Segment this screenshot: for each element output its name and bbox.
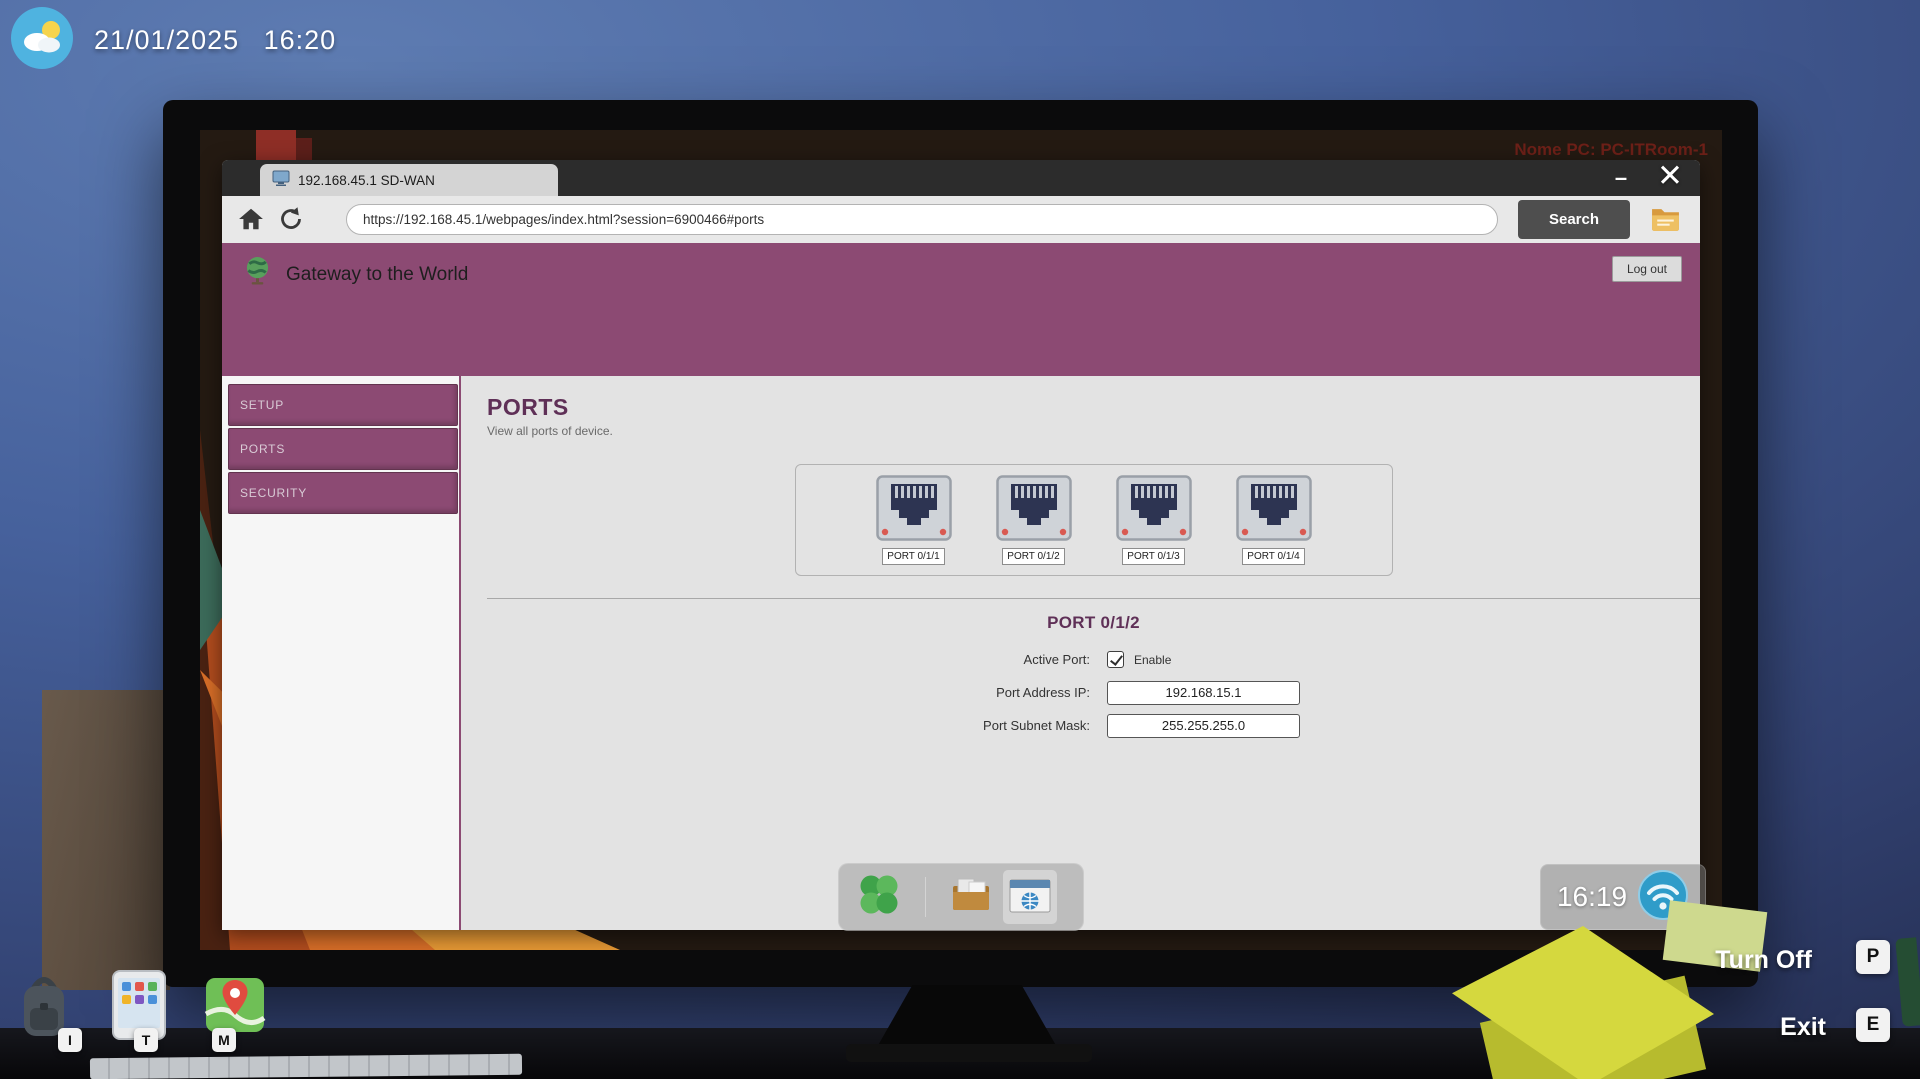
- page-title: PORTS: [487, 394, 1700, 421]
- logout-button[interactable]: Log out: [1612, 256, 1682, 282]
- tab-monitor-icon: [272, 170, 290, 190]
- ports-panel: PORT 0/1/1: [795, 464, 1393, 576]
- port-card-0-1-4[interactable]: PORT 0/1/4: [1230, 475, 1318, 565]
- search-button[interactable]: Search: [1518, 200, 1630, 239]
- sidebar-item-setup[interactable]: SETUP: [228, 384, 458, 426]
- plant-edge: [1895, 937, 1920, 1026]
- port-label: PORT 0/1/2: [1002, 548, 1064, 565]
- sidebar-item-ports[interactable]: PORTS: [228, 428, 458, 470]
- browser-app-icon[interactable]: [1002, 869, 1058, 925]
- active-port-label: Active Port:: [487, 652, 1090, 667]
- home-button[interactable]: [238, 207, 264, 236]
- folder-icon: [1650, 205, 1681, 233]
- sidebar-nav: SETUP PORTS SECURITY: [222, 376, 461, 930]
- minimize-button[interactable]: –: [1608, 162, 1634, 194]
- inventory-key-badge: T: [134, 1028, 158, 1052]
- system-clock: 16:19: [1557, 881, 1627, 913]
- hud-datetime-group: 21/01/2025 16:20: [10, 6, 336, 75]
- inventory-key-badge: M: [212, 1028, 236, 1052]
- game-scene: 21/01/2025 16:20 Nome PC: PC-ITRoom-1: [0, 0, 1920, 1079]
- file-manager-icon[interactable]: [948, 872, 994, 923]
- ethernet-port-icon: [996, 528, 1072, 545]
- pc-screen: Nome PC: PC-ITRoom-1 192.168.45.1 SD-WAN: [200, 130, 1722, 950]
- browser-tab-bar: 192.168.45.1 SD-WAN – ✕: [222, 160, 1700, 196]
- form-row-ip: Port Address IP:: [487, 676, 1700, 709]
- globe-icon: [244, 256, 271, 291]
- desktop-dock: [838, 863, 1084, 931]
- tab-title: 192.168.45.1 SD-WAN: [298, 173, 435, 188]
- ip-input[interactable]: [1107, 681, 1300, 705]
- enable-checkbox[interactable]: [1107, 651, 1124, 668]
- hud-datetime: 21/01/2025 16:20: [94, 25, 336, 56]
- app-launcher-icon[interactable]: [856, 872, 902, 923]
- site-header: Gateway to the World Log out: [222, 243, 1700, 376]
- port-label: PORT 0/1/3: [1122, 548, 1184, 565]
- cardboard-box: [42, 690, 170, 990]
- port-card-0-1-3[interactable]: PORT 0/1/3: [1110, 475, 1198, 565]
- ethernet-port-icon: [1236, 528, 1312, 545]
- ethernet-port-icon: [876, 528, 952, 545]
- site-body: SETUP PORTS SECURITY PORTS View all port…: [222, 376, 1700, 930]
- form-row-subnet: Port Subnet Mask:: [487, 709, 1700, 742]
- brand-title: Gateway to the World: [286, 264, 468, 286]
- port-detail-title: PORT 0/1/2: [487, 613, 1700, 633]
- port-card-0-1-2[interactable]: PORT 0/1/2: [990, 475, 1078, 565]
- port-label: PORT 0/1/1: [882, 548, 944, 565]
- sidebar-item-security[interactable]: SECURITY: [228, 472, 458, 514]
- browser-window: 192.168.45.1 SD-WAN – ✕: [222, 160, 1700, 930]
- port-label: PORT 0/1/4: [1242, 548, 1304, 565]
- exit-key-badge: E: [1856, 1008, 1890, 1042]
- subnet-input[interactable]: [1107, 714, 1300, 738]
- monitor: Nome PC: PC-ITRoom-1 192.168.45.1 SD-WAN: [163, 100, 1758, 987]
- turn-off-action[interactable]: Turn Off: [1715, 946, 1812, 975]
- bookmarks-folder-button[interactable]: [1650, 205, 1681, 238]
- turn-off-key-badge: P: [1856, 940, 1890, 974]
- main-content: PORTS View all ports of device.: [463, 376, 1700, 930]
- form-row-active: Active Port: Enable: [487, 643, 1700, 676]
- enable-label: Enable: [1134, 653, 1171, 667]
- section-divider: [487, 598, 1700, 599]
- port-detail-form: Active Port: Enable Port Address IP:: [487, 643, 1700, 742]
- ip-label: Port Address IP:: [487, 685, 1090, 700]
- subnet-label: Port Subnet Mask:: [487, 718, 1090, 733]
- ethernet-port-icon: [1116, 528, 1192, 545]
- weather-icon: [10, 6, 74, 75]
- exit-action[interactable]: Exit: [1780, 1013, 1826, 1042]
- inventory-key-badge: I: [58, 1028, 82, 1052]
- home-icon: [238, 207, 264, 231]
- monitor-stand: [876, 985, 1058, 1049]
- close-button[interactable]: ✕: [1652, 153, 1688, 199]
- page-subtitle: View all ports of device.: [487, 424, 1700, 438]
- refresh-icon: [278, 206, 304, 232]
- browser-tab[interactable]: 192.168.45.1 SD-WAN: [260, 164, 558, 196]
- dock-separator: [902, 877, 948, 917]
- keyboard: [90, 1054, 522, 1079]
- port-card-0-1-1[interactable]: PORT 0/1/1: [870, 475, 958, 565]
- url-input[interactable]: [346, 204, 1498, 235]
- browser-toolbar: Search: [222, 196, 1700, 243]
- refresh-button[interactable]: [278, 206, 304, 237]
- monitor-stand-base: [846, 1044, 1092, 1062]
